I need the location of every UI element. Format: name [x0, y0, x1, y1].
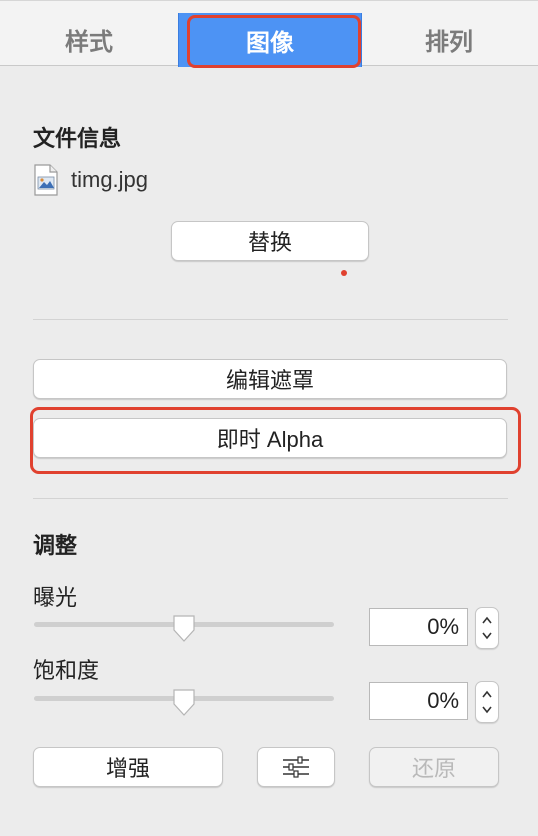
tab-arrange[interactable]: 排列 [360, 12, 538, 66]
file-name: timg.jpg [71, 167, 149, 192]
adjust-title: 调整 [33, 533, 78, 558]
exposure-label: 曝光 [33, 585, 78, 610]
exposure-stepper[interactable] [475, 607, 499, 649]
cursor-marker [341, 270, 347, 276]
file-info-title: 文件信息 [33, 126, 122, 151]
adjust-levels-button[interactable] [257, 747, 335, 787]
exposure-slider-thumb[interactable] [172, 614, 196, 644]
enhance-button[interactable]: 增强 [33, 747, 223, 787]
image-file-icon [34, 164, 58, 196]
saturation-label: 饱和度 [33, 658, 100, 683]
divider [33, 498, 508, 499]
replace-button[interactable]: 替换 [171, 221, 369, 261]
instant-alpha-button[interactable]: 即时 Alpha [33, 418, 507, 458]
tab-bar: 样式 图像 排列 [0, 0, 538, 67]
file-row: timg.jpg [33, 164, 148, 196]
divider [33, 319, 508, 320]
saturation-slider-thumb[interactable] [172, 688, 196, 718]
saturation-stepper[interactable] [475, 681, 499, 723]
edit-mask-button[interactable]: 编辑遮罩 [33, 359, 507, 399]
saturation-value-field[interactable]: 0% [369, 682, 468, 720]
restore-button: 还原 [369, 747, 499, 787]
tab-image[interactable]: 图像 [178, 13, 362, 67]
sliders-icon [283, 756, 309, 778]
exposure-value-field[interactable]: 0% [369, 608, 468, 646]
tab-style[interactable]: 样式 [0, 12, 178, 66]
